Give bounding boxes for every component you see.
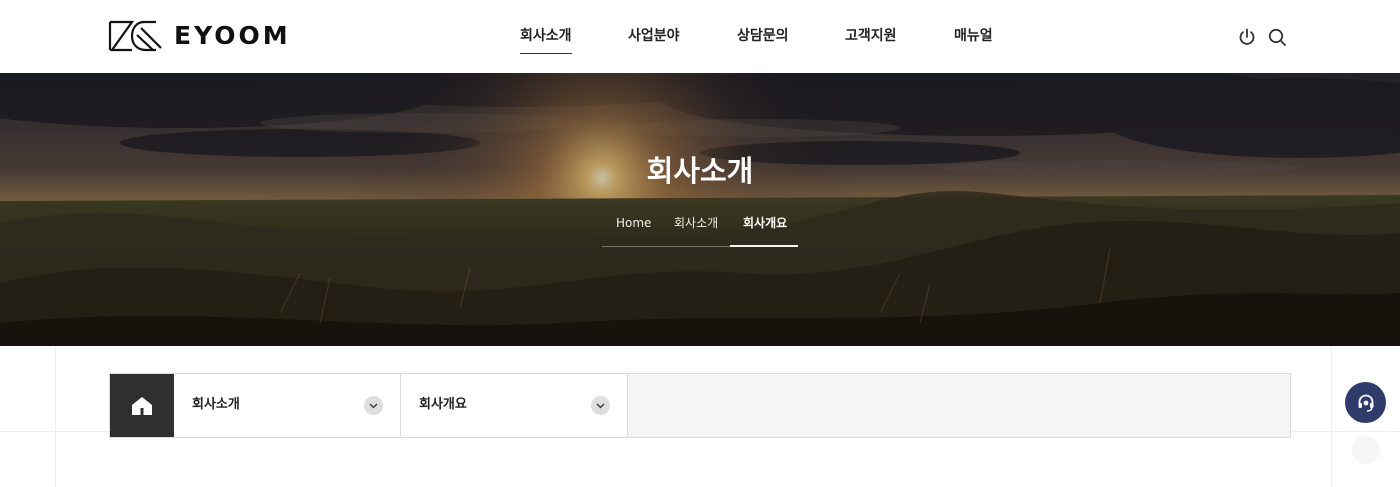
page-title: 회사소개 xyxy=(646,154,754,188)
power-icon[interactable] xyxy=(1237,27,1257,47)
breadcrumb-current: 회사개요 xyxy=(743,216,788,230)
consult-floating-button[interactable] xyxy=(1345,382,1386,423)
breadcrumb-active-underline xyxy=(730,245,798,247)
sub-navigation: 회사소개 회사개요 xyxy=(109,373,1291,438)
breadcrumb-divider xyxy=(602,246,730,247)
breadcrumb-company[interactable]: 회사소개 xyxy=(674,214,718,232)
chevron-down-icon xyxy=(591,396,610,415)
page-guide-line xyxy=(55,346,56,487)
breadcrumb-home[interactable]: Home xyxy=(616,214,651,232)
site-header: EYOOM 회사소개 사업분야 상담문의 고객지원 매뉴얼 xyxy=(0,0,1400,73)
nav-company[interactable]: 회사소개 xyxy=(520,26,572,54)
level1-dropdown[interactable]: 회사소개 xyxy=(174,374,401,437)
home-button[interactable] xyxy=(110,374,174,437)
hero-banner: 회사소개 Home 회사소개 회사개요 xyxy=(0,73,1400,346)
nav-business[interactable]: 사업분야 xyxy=(628,26,680,46)
level2-dropdown[interactable]: 회사개요 xyxy=(401,374,628,437)
chevron-down-icon xyxy=(364,396,383,415)
page-guide-line xyxy=(1291,431,1400,432)
search-icon[interactable] xyxy=(1267,27,1287,47)
hero-background-image xyxy=(0,73,1400,346)
headset-icon xyxy=(1358,394,1373,412)
page-guide-line xyxy=(1331,346,1332,487)
floating-button-shadow xyxy=(1352,436,1380,464)
nav-consult[interactable]: 상담문의 xyxy=(737,26,789,46)
nav-support[interactable]: 고객지원 xyxy=(845,26,897,46)
main-nav: 회사소개 사업분야 상담문의 고객지원 매뉴얼 xyxy=(0,0,1400,73)
home-icon xyxy=(132,396,152,415)
nav-manual[interactable]: 매뉴얼 xyxy=(954,26,993,46)
breadcrumb: Home 회사소개 회사개요 xyxy=(0,214,1400,247)
level1-label: 회사소개 xyxy=(192,397,240,412)
level2-label: 회사개요 xyxy=(419,397,467,412)
page-guide-line xyxy=(0,431,109,432)
